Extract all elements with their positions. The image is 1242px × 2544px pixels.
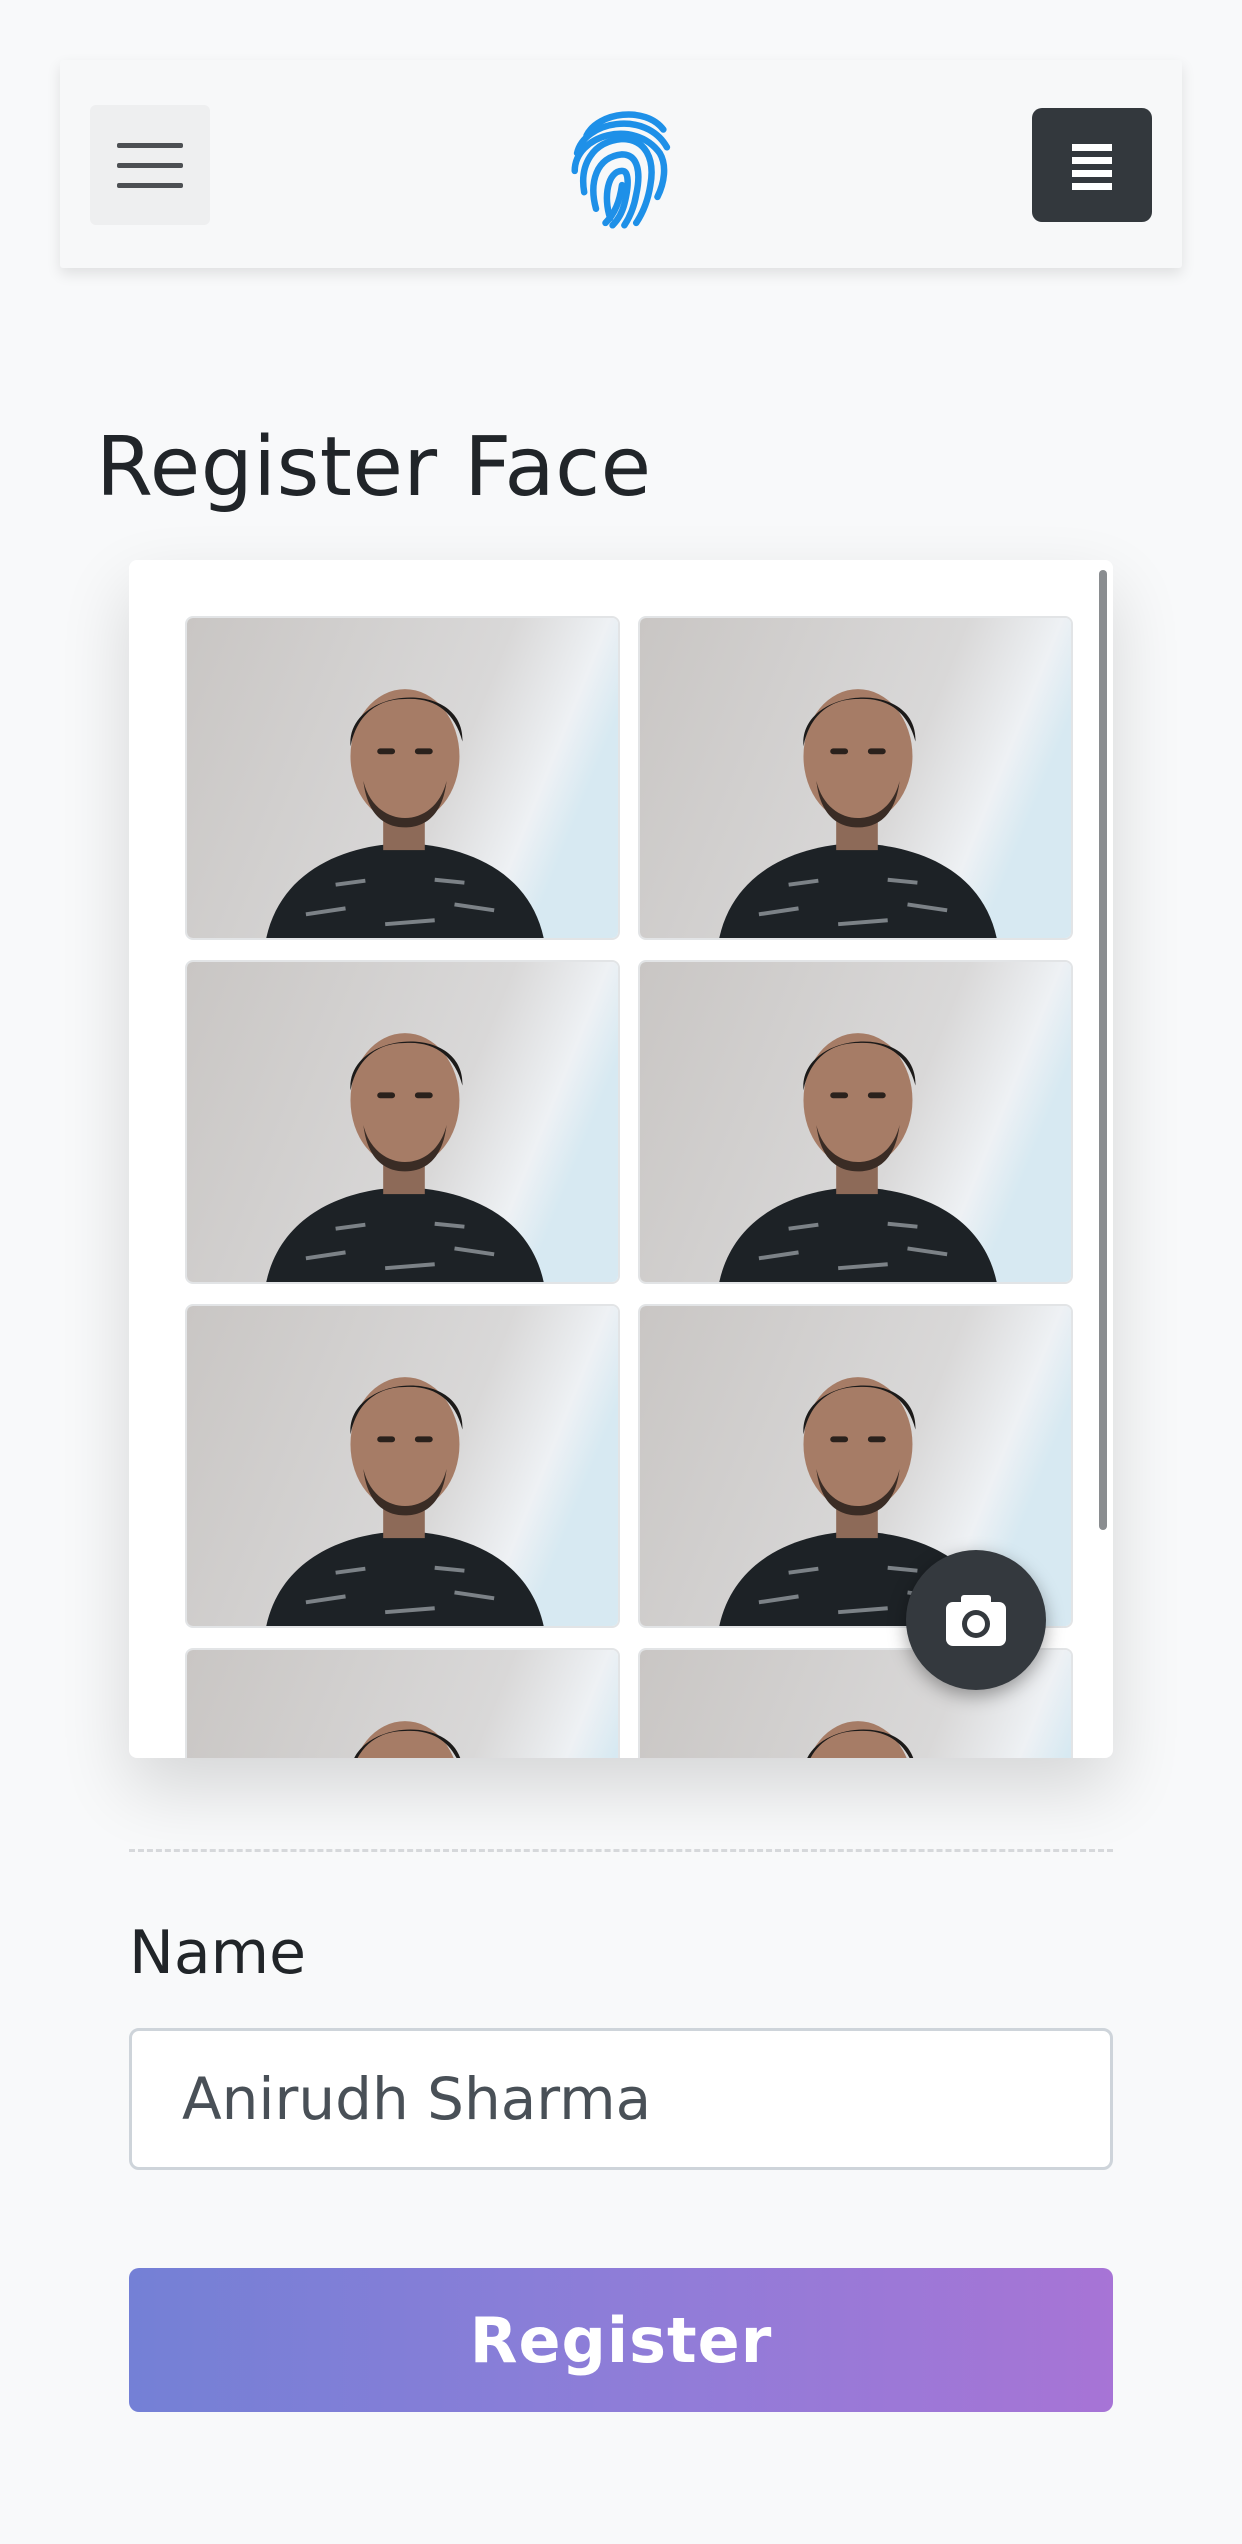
camera-icon	[946, 1595, 1006, 1646]
face-photo-thumbnail[interactable]	[638, 616, 1073, 940]
face-photo-thumbnail[interactable]	[185, 1648, 620, 1758]
page-title: Register Face	[96, 420, 652, 515]
gallery-scrollbar[interactable]	[1099, 570, 1107, 1530]
face-photo-thumbnail[interactable]	[638, 960, 1073, 1284]
top-navbar	[60, 60, 1182, 268]
options-button[interactable]	[1032, 108, 1152, 222]
face-gallery[interactable]	[129, 560, 1113, 1758]
face-photo-thumbnail[interactable]	[185, 1304, 620, 1628]
name-field[interactable]	[129, 2028, 1113, 2170]
face-photo-thumbnail[interactable]	[185, 960, 620, 1284]
capture-button[interactable]	[906, 1550, 1046, 1690]
name-label: Name	[129, 1918, 307, 1988]
face-photo-thumbnail[interactable]	[185, 616, 620, 940]
menu-toggle-button[interactable]	[90, 105, 210, 225]
register-button[interactable]: Register	[129, 2268, 1113, 2412]
fingerprint-icon[interactable]	[560, 100, 684, 230]
section-divider	[129, 1849, 1113, 1852]
